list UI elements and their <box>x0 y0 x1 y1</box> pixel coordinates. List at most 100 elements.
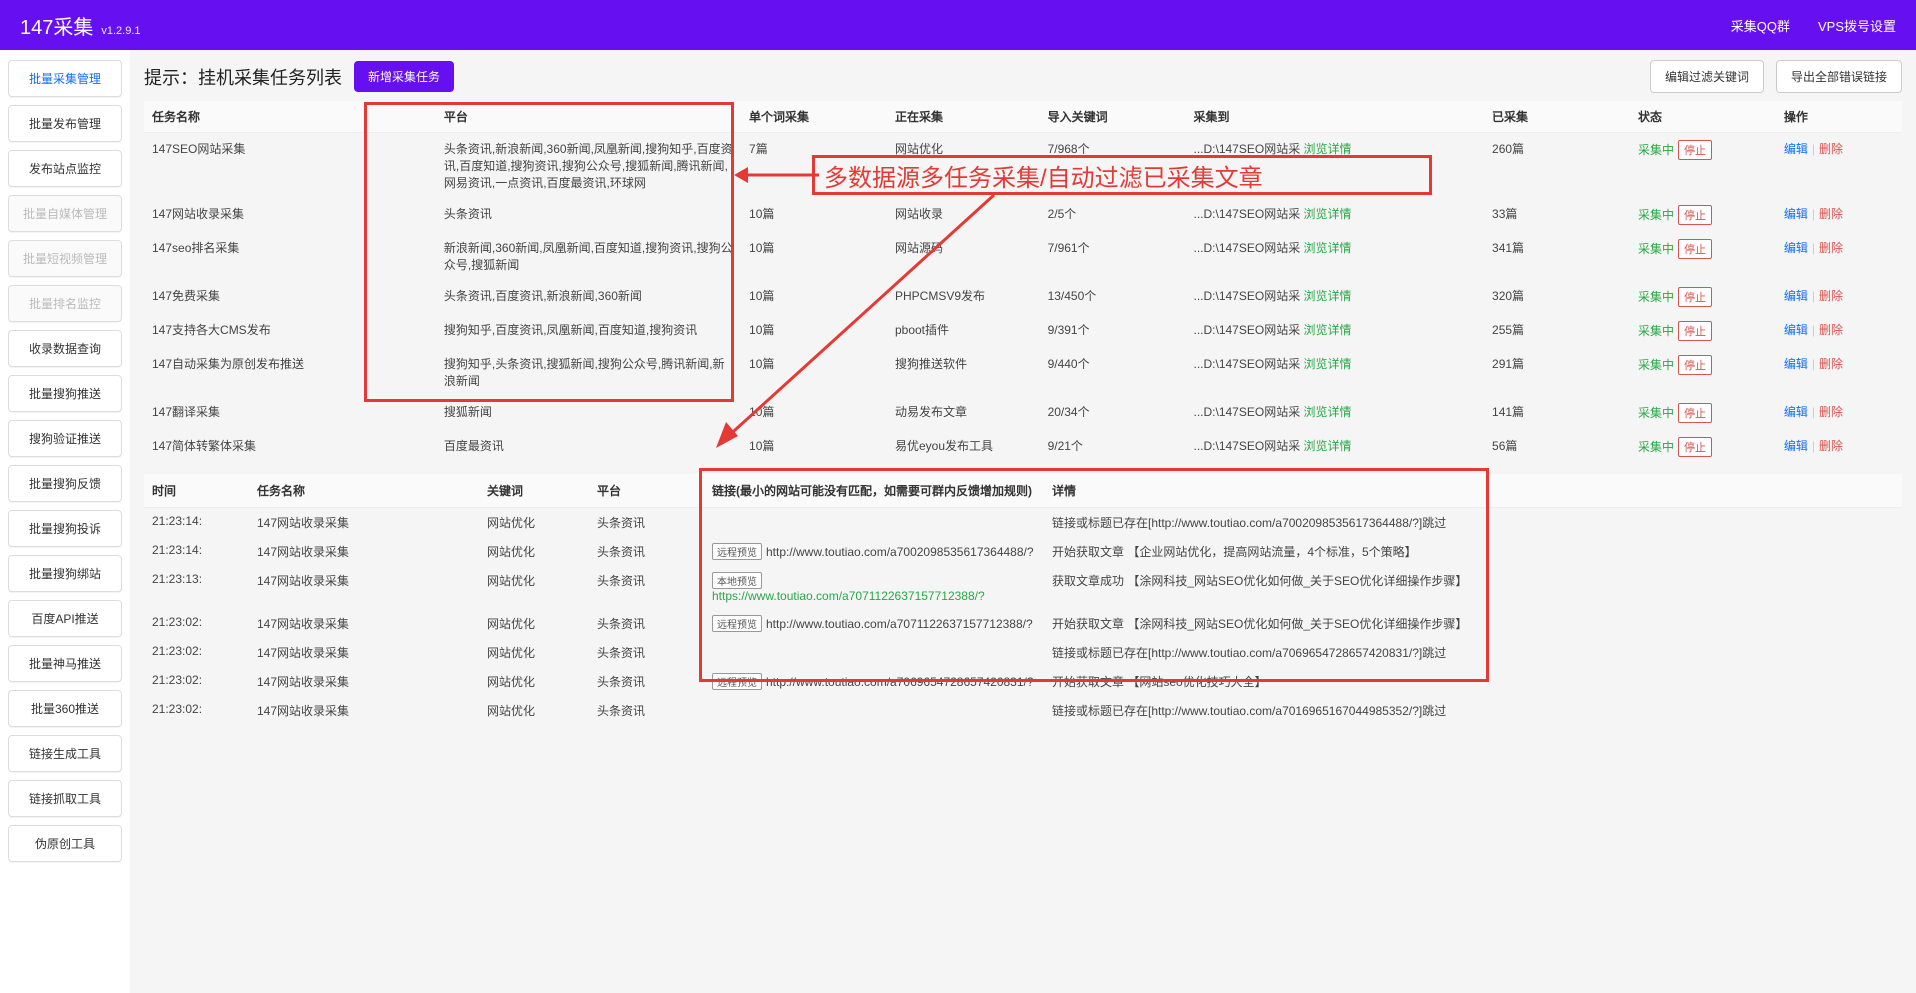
app-header: 147采集 v1.2.9.1 采集QQ群 VPS拨号设置 <box>0 0 1916 50</box>
browse-detail-link[interactable]: 浏览详情 <box>1304 241 1352 255</box>
edit-link[interactable]: 编辑 <box>1784 142 1808 156</box>
task-name: 147seo排名采集 <box>144 232 436 280</box>
log-scroll[interactable]: 时间任务名称关键词平台链接(最小的网站可能没有匹配，如需要可群内反馈增加规则)详… <box>144 474 1902 725</box>
stop-button[interactable]: 停止 <box>1678 437 1712 457</box>
delete-link[interactable]: 删除 <box>1819 142 1843 156</box>
toolbar: 提示：挂机采集任务列表 新增采集任务 编辑过滤关键词 导出全部错误链接 <box>144 60 1902 101</box>
task-row: 147SEO网站采集头条资讯,新浪新闻,360新闻,凤凰新闻,搜狗知乎,百度资讯… <box>144 133 1902 199</box>
browse-detail-link[interactable]: 浏览详情 <box>1304 357 1352 371</box>
remote-preview-button[interactable]: 远程预览 <box>712 673 762 690</box>
sidebar-item-15[interactable]: 链接生成工具 <box>8 735 122 772</box>
task-imported: 9/21个 <box>1040 430 1186 464</box>
task-header-8: 操作 <box>1776 101 1902 133</box>
task-collecting: 网站源码 <box>887 232 1040 280</box>
task-status: 采集中停止 <box>1630 396 1776 430</box>
log-header-5: 详情 <box>1044 474 1902 508</box>
sidebar-item-6[interactable]: 收录数据查询 <box>8 330 122 367</box>
stop-button[interactable]: 停止 <box>1678 403 1712 423</box>
task-row: 147简体转繁体采集百度最资讯10篇易优eyou发布工具9/21个...D:\1… <box>144 430 1902 464</box>
remote-preview-button[interactable]: 远程预览 <box>712 543 762 560</box>
delete-link[interactable]: 删除 <box>1819 439 1843 453</box>
task-platform: 搜狐新闻 <box>436 396 741 430</box>
delete-link[interactable]: 删除 <box>1819 405 1843 419</box>
task-collecting: 易优eyou发布工具 <box>887 430 1040 464</box>
log-time: 21:23:02: <box>144 696 249 725</box>
sidebar-item-17[interactable]: 伪原创工具 <box>8 825 122 862</box>
task-collected: 320篇 <box>1484 280 1630 314</box>
delete-link[interactable]: 删除 <box>1819 323 1843 337</box>
delete-link[interactable]: 删除 <box>1819 357 1843 371</box>
sidebar-item-9[interactable]: 批量搜狗反馈 <box>8 465 122 502</box>
add-task-button[interactable]: 新增采集任务 <box>354 61 454 92</box>
task-collecting: 搜狗推送软件 <box>887 348 1040 396</box>
edit-link[interactable]: 编辑 <box>1784 357 1808 371</box>
stop-button[interactable]: 停止 <box>1678 205 1712 225</box>
log-keyword: 网站优化 <box>479 537 589 566</box>
sidebar-item-10[interactable]: 批量搜狗投诉 <box>8 510 122 547</box>
log-keyword: 网站优化 <box>479 508 589 538</box>
browse-detail-link[interactable]: 浏览详情 <box>1304 405 1352 419</box>
sidebar-item-16[interactable]: 链接抓取工具 <box>8 780 122 817</box>
stop-button[interactable]: 停止 <box>1678 140 1712 160</box>
edit-link[interactable]: 编辑 <box>1784 439 1808 453</box>
edit-filter-button[interactable]: 编辑过滤关键词 <box>1650 60 1764 93</box>
edit-link[interactable]: 编辑 <box>1784 207 1808 221</box>
task-header-1: 平台 <box>436 101 741 133</box>
log-keyword: 网站优化 <box>479 696 589 725</box>
sidebar-item-0[interactable]: 批量采集管理 <box>8 60 122 97</box>
browse-detail-link[interactable]: 浏览详情 <box>1304 142 1352 156</box>
sidebar-item-8[interactable]: 搜狗验证推送 <box>8 420 122 457</box>
browse-detail-link[interactable]: 浏览详情 <box>1304 207 1352 221</box>
local-preview-button[interactable]: 本地预览 <box>712 572 762 589</box>
stop-button[interactable]: 停止 <box>1678 321 1712 341</box>
edit-link[interactable]: 编辑 <box>1784 323 1808 337</box>
task-platform: 头条资讯 <box>436 198 741 232</box>
log-detail: 链接或标题已存在[http://www.toutiao.com/a7016965… <box>1044 696 1902 725</box>
sidebar-item-2[interactable]: 发布站点监控 <box>8 150 122 187</box>
task-platform: 头条资讯,百度资讯,新浪新闻,360新闻 <box>436 280 741 314</box>
header-link-qq[interactable]: 采集QQ群 <box>1731 16 1790 35</box>
toolbar-title: 提示：挂机采集任务列表 <box>144 64 342 90</box>
log-header-4: 链接(最小的网站可能没有匹配，如需要可群内反馈增加规则) <box>704 474 1044 508</box>
edit-link[interactable]: 编辑 <box>1784 241 1808 255</box>
header-link-vps[interactable]: VPS拨号设置 <box>1818 16 1896 35</box>
task-imported: 9/440个 <box>1040 348 1186 396</box>
delete-link[interactable]: 删除 <box>1819 289 1843 303</box>
sidebar-item-7[interactable]: 批量搜狗推送 <box>8 375 122 412</box>
browse-detail-link[interactable]: 浏览详情 <box>1304 439 1352 453</box>
task-ops: 编辑|删除 <box>1776 232 1902 280</box>
remote-preview-button[interactable]: 远程预览 <box>712 615 762 632</box>
log-link: 远程预览http://www.toutiao.com/a707112263715… <box>704 609 1044 638</box>
log-header-0: 时间 <box>144 474 249 508</box>
log-task-name: 147网站收录采集 <box>249 609 479 638</box>
stop-button[interactable]: 停止 <box>1678 239 1712 259</box>
task-collecting: pboot插件 <box>887 314 1040 348</box>
export-error-button[interactable]: 导出全部错误链接 <box>1776 60 1902 93</box>
sidebar-item-13[interactable]: 批量神马推送 <box>8 645 122 682</box>
sidebar-item-14[interactable]: 批量360推送 <box>8 690 122 727</box>
browse-detail-link[interactable]: 浏览详情 <box>1304 289 1352 303</box>
edit-link[interactable]: 编辑 <box>1784 289 1808 303</box>
log-keyword: 网站优化 <box>479 566 589 609</box>
log-row: 21:23:13:147网站收录采集网站优化头条资讯本地预览https://ww… <box>144 566 1902 609</box>
task-header-2: 单个词采集 <box>741 101 887 133</box>
delete-link[interactable]: 删除 <box>1819 207 1843 221</box>
task-single: 10篇 <box>741 348 887 396</box>
task-collecting: 网站收录 <box>887 198 1040 232</box>
sidebar-item-11[interactable]: 批量搜狗绑站 <box>8 555 122 592</box>
log-task-name: 147网站收录采集 <box>249 566 479 609</box>
browse-detail-link[interactable]: 浏览详情 <box>1304 323 1352 337</box>
delete-link[interactable]: 删除 <box>1819 241 1843 255</box>
sidebar-item-12[interactable]: 百度API推送 <box>8 600 122 637</box>
log-platform: 头条资讯 <box>589 609 704 638</box>
log-row: 21:23:02:147网站收录采集网站优化头条资讯远程预览http://www… <box>144 667 1902 696</box>
task-platform: 搜狗知乎,百度资讯,凤凰新闻,百度知道,搜狗资讯 <box>436 314 741 348</box>
stop-button[interactable]: 停止 <box>1678 287 1712 307</box>
edit-link[interactable]: 编辑 <box>1784 405 1808 419</box>
stop-button[interactable]: 停止 <box>1678 355 1712 375</box>
task-header-6: 已采集 <box>1484 101 1630 133</box>
task-header-0: 任务名称 <box>144 101 436 133</box>
log-row: 21:23:02:147网站收录采集网站优化头条资讯链接或标题已存在[http:… <box>144 638 1902 667</box>
sidebar-item-1[interactable]: 批量发布管理 <box>8 105 122 142</box>
log-platform: 头条资讯 <box>589 508 704 538</box>
